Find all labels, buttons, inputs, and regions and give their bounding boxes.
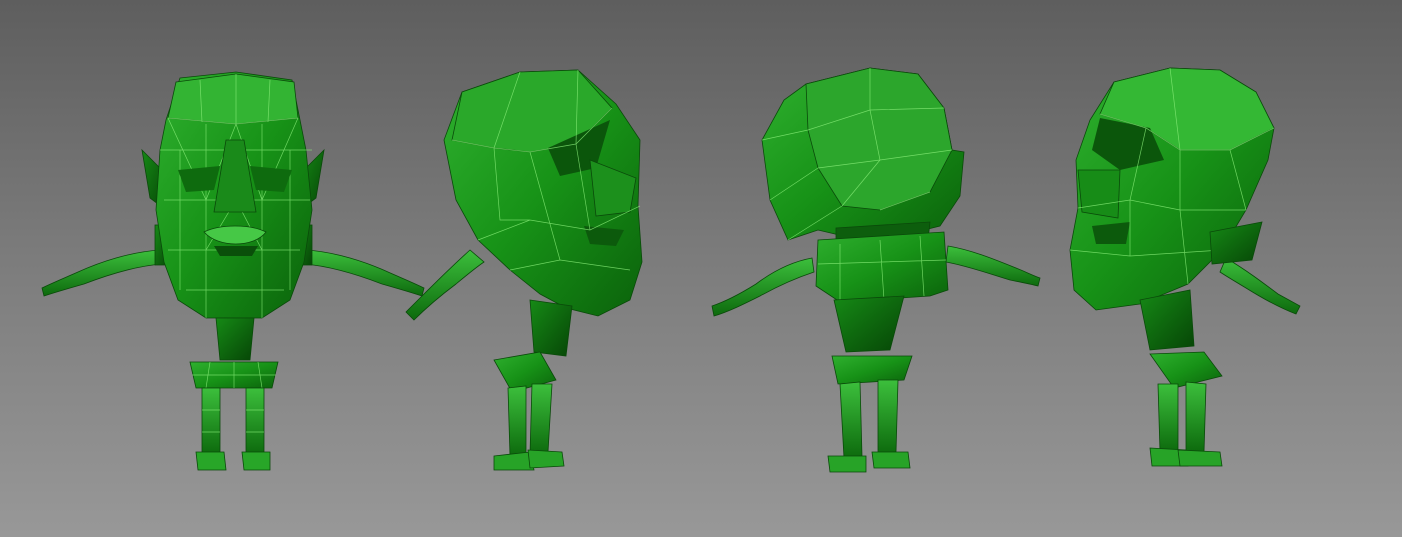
side-foot-back <box>493 451 535 471</box>
viewport-canvas[interactable] <box>0 0 1402 537</box>
side-leg-front <box>529 383 553 455</box>
left-side-leg-front <box>1185 381 1207 453</box>
back-left-arm <box>711 257 815 317</box>
mouth-shadow <box>214 246 258 256</box>
character-side-left-view[interactable] <box>1069 67 1301 467</box>
right-leg <box>245 387 265 455</box>
left-foot <box>195 451 227 471</box>
character-back-view[interactable] <box>711 67 1041 473</box>
left-arm <box>41 249 163 297</box>
left-side-foot-front <box>1177 449 1223 467</box>
back-left-leg <box>839 381 863 459</box>
back-right-foot <box>871 451 911 469</box>
right-foot <box>241 451 271 471</box>
back-left-foot <box>827 455 867 473</box>
right-arm <box>303 249 425 297</box>
back-hips <box>831 355 913 385</box>
left-side-nose <box>1077 169 1121 219</box>
left-leg <box>201 387 221 455</box>
back-right-leg <box>877 379 899 455</box>
back-right-arm <box>945 245 1041 287</box>
forehead-cap <box>167 73 299 125</box>
3d-viewport[interactable] <box>0 0 1402 537</box>
character-side-right-view[interactable] <box>405 69 643 471</box>
neck <box>215 317 255 361</box>
left-side-arm <box>1219 257 1301 315</box>
side-leg-back <box>507 385 527 457</box>
side-torso <box>529 299 573 357</box>
back-lower-torso <box>833 295 905 353</box>
side-foot-front <box>527 449 565 469</box>
left-side-torso <box>1139 289 1195 351</box>
left-side-leg-back <box>1157 383 1179 453</box>
character-front-view[interactable] <box>41 71 425 471</box>
